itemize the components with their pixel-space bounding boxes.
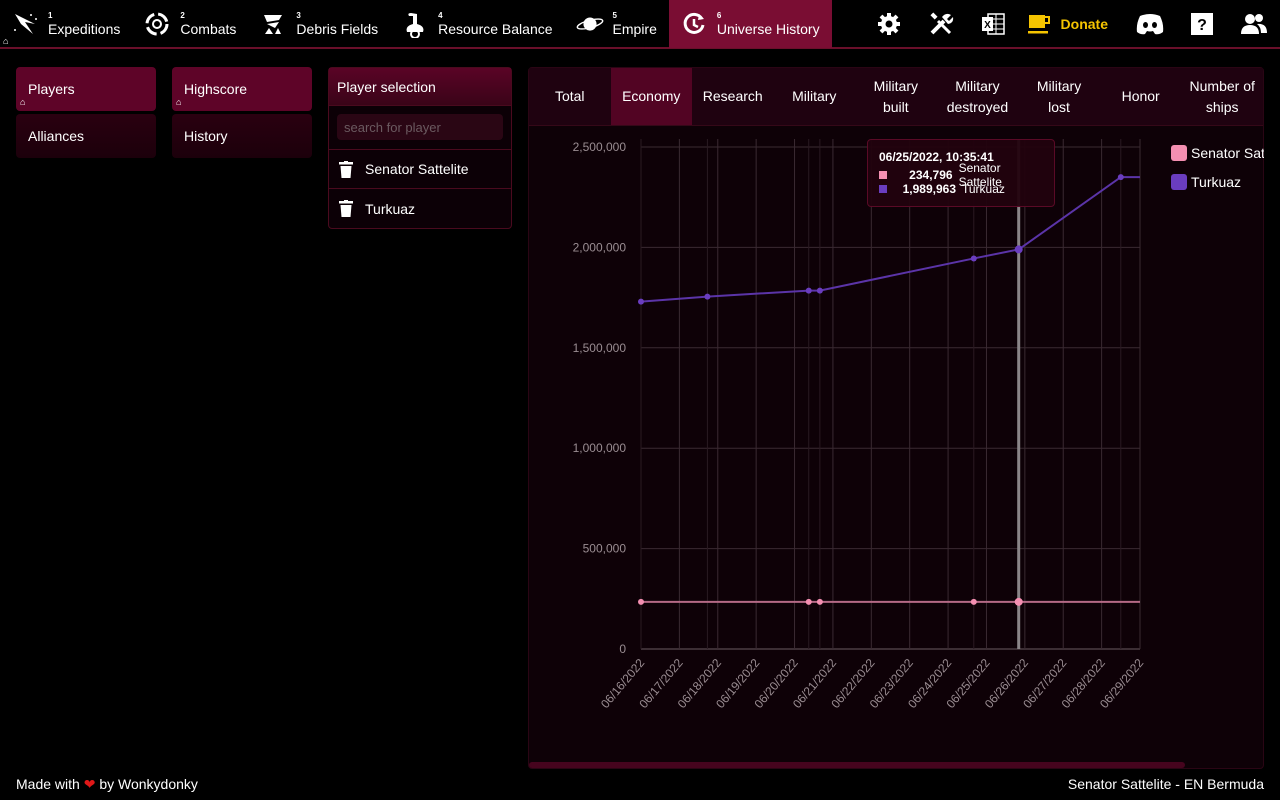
data-point xyxy=(1014,597,1023,606)
x-axis: 06/16/202206/17/202206/18/202206/19/2022… xyxy=(598,656,1147,711)
heart-icon: ❤ xyxy=(83,776,96,792)
data-point xyxy=(805,598,812,605)
legend-label: Senator Sattelite xyxy=(1191,145,1264,161)
data-point xyxy=(816,287,823,294)
footer-credit: Made with ❤ by Wonkydonky xyxy=(16,776,198,793)
tooltip-row: 234,796 Senator Sattelite xyxy=(879,161,1043,189)
data-point xyxy=(805,287,812,294)
y-axis: 0 500,000 1,000,000 1,500,000 2,000,000 2,500… xyxy=(573,140,627,656)
tooltip-series-name: Turkuaz xyxy=(962,182,1005,196)
legend-swatch xyxy=(1171,145,1187,161)
legend-item-senator-sattelite[interactable]: Senator Sattelite xyxy=(1171,145,1264,161)
y-tick-label: 1,500,000 xyxy=(573,341,627,355)
legend-item-turkuaz[interactable]: Turkuaz xyxy=(1171,174,1264,190)
data-point xyxy=(1014,245,1023,254)
legend-swatch xyxy=(1171,174,1187,190)
data-point xyxy=(970,598,977,605)
data-point xyxy=(704,293,711,300)
series-layer xyxy=(638,174,1140,606)
tooltip-swatch xyxy=(879,185,887,193)
data-point xyxy=(638,298,644,305)
data-point xyxy=(1117,174,1124,181)
chart-legend: Senator Sattelite Turkuaz xyxy=(1171,145,1264,203)
y-tick-label: 2,000,000 xyxy=(573,240,627,254)
footer-made-with: Made with xyxy=(16,776,80,792)
legend-label: Turkuaz xyxy=(1191,174,1242,190)
y-tick-label: 2,500,000 xyxy=(573,140,627,154)
tooltip-value: 1,989,963 xyxy=(902,182,956,196)
data-point xyxy=(816,598,823,605)
y-tick-label: 500,000 xyxy=(583,542,627,556)
y-tick-label: 0 xyxy=(619,642,626,656)
data-point xyxy=(970,255,977,262)
data-point xyxy=(638,598,644,605)
chart-tooltip: 06/25/2022, 10:35:41 234,796 Senator Sat… xyxy=(867,139,1055,207)
tooltip-swatch xyxy=(879,171,887,179)
footer-player-server: Senator Sattelite - EN Bermuda xyxy=(1067,776,1264,792)
y-tick-label: 1,000,000 xyxy=(573,441,627,455)
footer-author: by Wonkydonky xyxy=(99,776,198,792)
tooltip-value: 234,796 xyxy=(909,168,953,182)
line-chart: 0 500,000 1,000,000 1,500,000 2,000,000 2,500… xyxy=(573,139,1147,711)
